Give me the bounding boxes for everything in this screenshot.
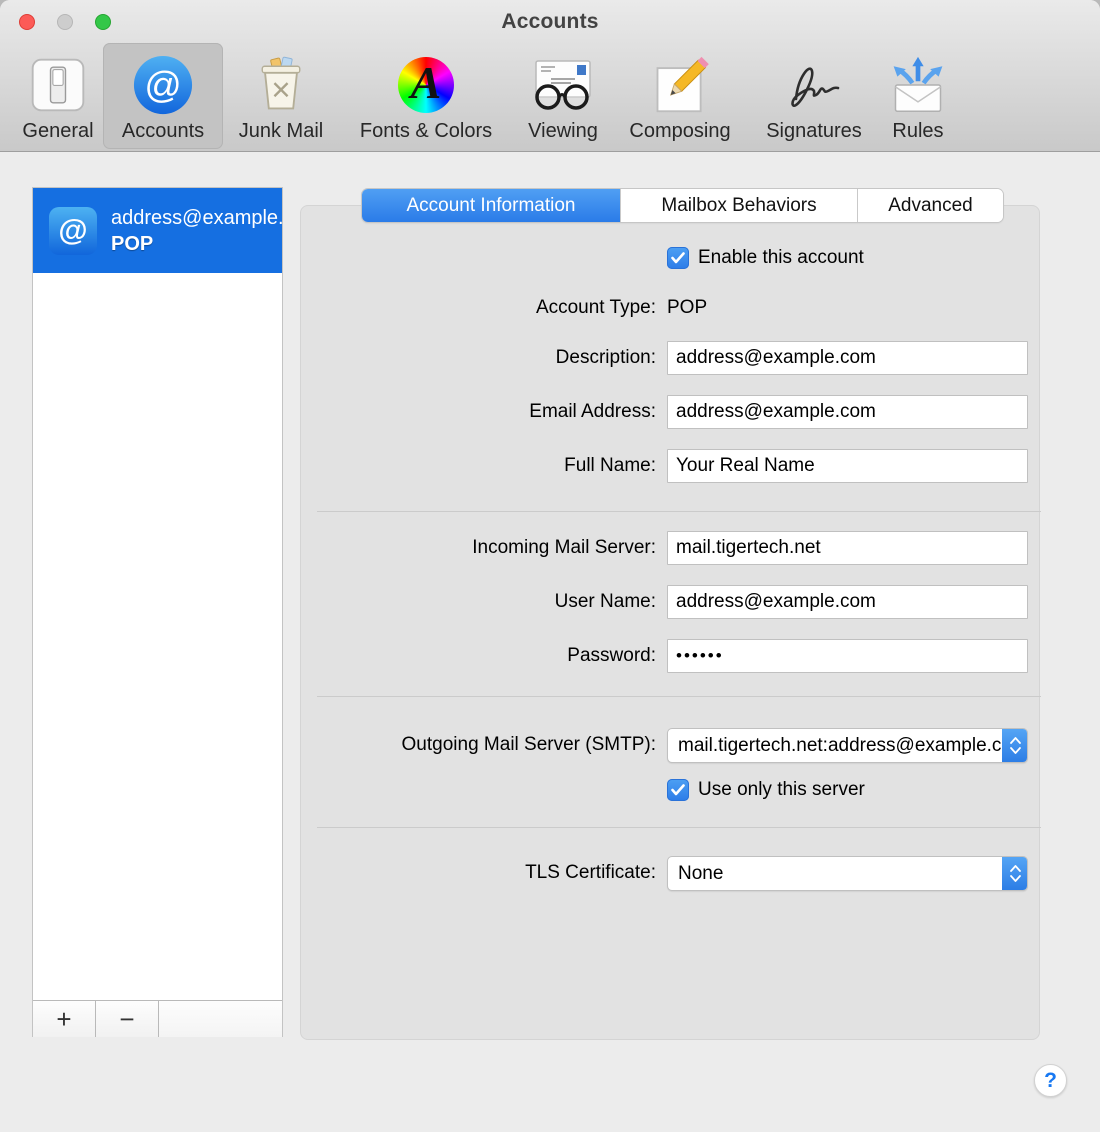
smtp-label: Outgoing Mail Server (SMTP): (401, 734, 656, 755)
account-type-badge: POP (111, 232, 154, 255)
tls-certificate-label: TLS Certificate: (525, 862, 656, 883)
toolbar-label-junk-mail: Junk Mail (238, 120, 324, 142)
toolbar-item-general[interactable]: General (16, 43, 100, 149)
account-type-value: POP (667, 297, 708, 318)
toolbar-label-fonts-colors: Fonts & Colors (359, 120, 493, 142)
smtp-popup-value: mail.tigertech.net:address@example.com (678, 734, 1002, 756)
junk-mail-icon (249, 52, 313, 118)
accounts-list: @ address@example.com POP + − (32, 187, 283, 1037)
general-icon (26, 52, 90, 118)
accounts-icon: @ (131, 52, 195, 118)
password-label: Password: (567, 645, 656, 666)
incoming-server-field[interactable] (667, 531, 1028, 565)
email-address-label: Email Address: (529, 401, 656, 422)
composing-icon (648, 52, 712, 118)
tab-advanced[interactable]: Advanced (857, 189, 1003, 222)
tab-bar: Account Information Mailbox Behaviors Ad… (362, 189, 1003, 222)
toolbar-item-composing[interactable]: Composing (619, 43, 741, 149)
account-information-pane: Enable this account Account Type: POP De… (300, 205, 1041, 1040)
toolbar-item-viewing[interactable]: Viewing (523, 43, 603, 149)
fonts-colors-icon: A (394, 52, 458, 118)
tab-mailbox-behaviors[interactable]: Mailbox Behaviors (620, 189, 857, 222)
user-name-label: User Name: (554, 591, 656, 612)
toolbar-label-viewing: Viewing (528, 120, 598, 142)
full-name-field[interactable] (667, 449, 1028, 483)
toolbar-item-signatures[interactable]: Signatures (759, 43, 869, 149)
description-field[interactable] (667, 341, 1028, 375)
popup-arrows-icon (1002, 857, 1027, 890)
tls-certificate-popup-value: None (678, 862, 724, 884)
account-list-controls: + − (33, 1000, 282, 1037)
tab-account-information[interactable]: Account Information (362, 189, 620, 222)
user-name-field[interactable] (667, 585, 1028, 619)
toolbar-item-accounts[interactable]: @ Accounts (103, 43, 223, 149)
section-divider (317, 827, 1041, 828)
rules-icon (886, 52, 950, 118)
enable-account-checkbox[interactable] (667, 247, 689, 269)
email-address-field[interactable] (667, 395, 1028, 429)
toolbar-label-signatures: Signatures (766, 120, 862, 142)
full-name-label: Full Name: (564, 455, 656, 476)
use-only-server-checkbox[interactable] (667, 779, 689, 801)
toolbar-item-fonts-colors[interactable]: A Fonts & Colors (348, 43, 504, 149)
toolbar-item-rules[interactable]: Rules (888, 43, 948, 149)
toolbar-item-junk-mail[interactable]: Junk Mail (226, 43, 336, 149)
section-divider (317, 696, 1041, 697)
use-only-server-checkbox-row[interactable]: Use only this server (667, 779, 865, 801)
svg-text:@: @ (144, 65, 181, 106)
viewing-icon (531, 52, 595, 118)
smtp-popup-button[interactable]: mail.tigertech.net:address@example.com (667, 728, 1028, 763)
tls-certificate-popup-button[interactable]: None (667, 856, 1028, 891)
help-button[interactable]: ? (1034, 1064, 1067, 1097)
preferences-window: Accounts General @ Accounts Junk Mail A … (0, 0, 1100, 1132)
toolbar-label-rules: Rules (892, 120, 944, 142)
account-name: address@example.com (111, 206, 282, 229)
window-title: Accounts (501, 10, 599, 33)
use-only-server-label: Use only this server (698, 779, 865, 800)
remove-account-button[interactable]: − (96, 1001, 159, 1037)
enable-account-label: Enable this account (698, 247, 864, 268)
account-type-label: Account Type: (535, 297, 656, 318)
titlebar-toolbar: Accounts General @ Accounts Junk Mail A … (0, 0, 1100, 152)
description-label: Description: (555, 347, 656, 368)
password-field[interactable] (667, 639, 1028, 673)
account-list-item[interactable]: @ address@example.com POP (33, 188, 282, 273)
incoming-server-label: Incoming Mail Server: (472, 537, 656, 558)
toolbar-label-general: General (22, 120, 94, 142)
list-controls-spacer (159, 1001, 282, 1037)
signatures-icon (782, 52, 846, 118)
popup-arrows-icon (1002, 729, 1027, 762)
toolbar-label-composing: Composing (629, 120, 731, 142)
enable-account-checkbox-row[interactable]: Enable this account (667, 247, 864, 269)
toolbar-label-accounts: Accounts (121, 120, 205, 142)
account-at-icon: @ (49, 206, 97, 255)
add-account-button[interactable]: + (33, 1001, 96, 1037)
section-divider (317, 511, 1041, 512)
